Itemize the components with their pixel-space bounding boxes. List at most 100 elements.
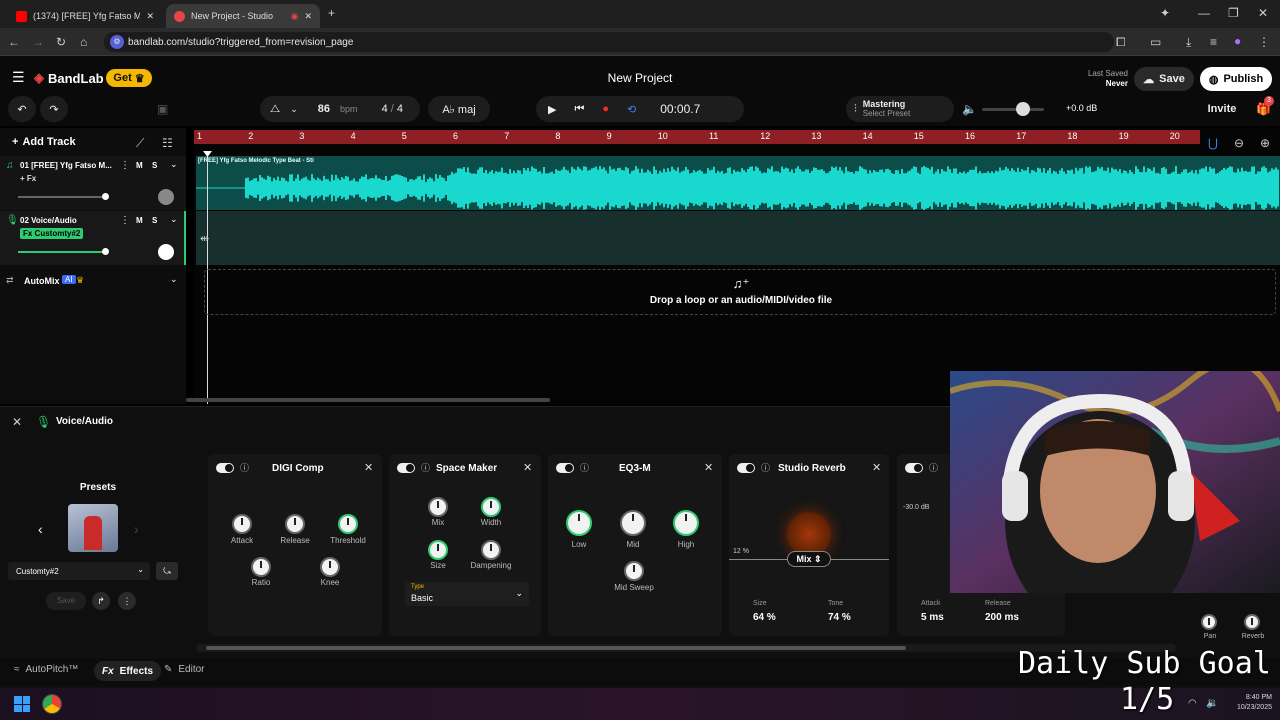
mix-knob[interactable] (428, 497, 448, 517)
close-panel-icon[interactable]: ✕ (12, 415, 22, 429)
kebab-icon[interactable]: ⋮ (120, 160, 130, 171)
save-button[interactable]: ☁ Save (1134, 67, 1194, 91)
info-icon[interactable]: ⓘ (580, 461, 589, 475)
skip-back-icon[interactable]: ⏮ (574, 103, 584, 116)
remove-effect-icon[interactable]: ✕ (523, 461, 532, 474)
timeline-ruler[interactable]: 1 2 3 4 5 6 7 8 9 10 11 12 13 14 15 16 17 18 19 20 (194, 130, 1200, 144)
solo-button[interactable]: S (152, 161, 157, 170)
close-icon[interactable]: ✕ (304, 11, 312, 22)
profile-icon[interactable]: ● (1234, 34, 1241, 48)
hamburger-menu-icon[interactable]: ☰ (12, 70, 25, 84)
add-track-button[interactable]: + Add Track (12, 136, 76, 148)
kebab-icon[interactable]: ⋮ (120, 215, 130, 226)
close-window-icon[interactable]: ✕ (1258, 6, 1268, 20)
sidebar-icon[interactable]: ▭ (1150, 35, 1161, 49)
new-tab-icon[interactable]: + (328, 6, 335, 20)
more-icon[interactable]: ⋮ (118, 592, 136, 610)
enable-toggle[interactable] (556, 463, 574, 473)
key-selector[interactable]: A♭ maj (428, 96, 490, 122)
remove-effect-icon[interactable]: ✕ (704, 461, 713, 474)
tab-effects[interactable]: Fx Effects (94, 661, 162, 681)
info-icon[interactable]: ⓘ (761, 461, 770, 475)
track-name[interactable]: 01 [FREE] Yfg Fatso M... (20, 161, 112, 170)
get-membership-button[interactable]: Get ♛ (106, 69, 152, 87)
loop-icon[interactable]: ⟲ (627, 103, 636, 116)
speaker-icon[interactable]: 🔈 (962, 102, 977, 116)
chevron-left-icon[interactable]: ‹ (38, 522, 43, 536)
enable-toggle[interactable] (216, 463, 234, 473)
forward-icon[interactable]: → (32, 35, 44, 49)
release-value[interactable]: 200 ms (985, 612, 1019, 623)
preset-thumbnail[interactable] (68, 504, 118, 552)
menu-kebab-icon[interactable]: ⋮ (1258, 35, 1270, 49)
track-lane-voice[interactable] (196, 211, 1280, 265)
volume-slider[interactable] (18, 251, 106, 253)
share-icon[interactable]: ↱ (92, 592, 110, 610)
release-knob[interactable] (285, 514, 305, 534)
drop-zone[interactable]: ♫⁺ Drop a loop or an audio/MIDI/video fi… (204, 269, 1276, 315)
back-icon[interactable]: ← (8, 35, 20, 49)
tab-autopitch[interactable]: ≈ AutoPitch™ (14, 664, 78, 675)
maximize-icon[interactable]: ❐ (1228, 6, 1239, 20)
preset-save-button[interactable]: Save (46, 592, 86, 610)
download-icon[interactable]: ⤓ (1186, 35, 1191, 49)
mastering-button[interactable]: ⫶ Mastering Select Preset (846, 96, 954, 122)
enable-toggle[interactable] (397, 463, 415, 473)
tool-wand-icon[interactable]: ⟋ (136, 136, 144, 150)
browser-tab-youtube[interactable]: (1374) [FREE] Yfg Fatso Melodic ✕ (8, 4, 162, 28)
minimize-icon[interactable]: — (1198, 6, 1210, 20)
automix-row[interactable]: ⇄ AutoMix AI ♛ ⌄ (0, 272, 186, 292)
dampening-knob[interactable] (481, 540, 501, 560)
enable-toggle[interactable] (737, 463, 755, 473)
track-row[interactable]: 🎙 02 Voice/Audio ⋮ M S ⌄ Fx Customty#2 (0, 211, 186, 265)
project-title[interactable]: New Project (540, 71, 740, 85)
mid-knob[interactable] (620, 510, 646, 536)
chevron-down-icon[interactable]: ⌄ (170, 274, 178, 285)
solo-button[interactable]: S (152, 216, 157, 225)
volume-thumb[interactable] (102, 193, 109, 200)
remove-effect-icon[interactable]: ✕ (364, 461, 373, 474)
pan-knob[interactable] (158, 189, 174, 205)
master-volume-thumb[interactable] (1016, 102, 1030, 116)
puzzle-icon[interactable]: ⧠ (1116, 35, 1126, 49)
pan-knob[interactable] (158, 244, 174, 260)
time-signature[interactable]: 4 / 4 (382, 103, 403, 115)
fx-scrollbar-thumb[interactable] (206, 646, 906, 650)
chevron-down-icon[interactable]: ⌄ (290, 104, 298, 115)
reverb-orb[interactable] (787, 512, 831, 556)
threshold-knob[interactable] (338, 514, 358, 534)
extensions-star-icon[interactable]: ✦ (1160, 6, 1170, 20)
tone-value[interactable]: 74 % (828, 612, 851, 623)
zoom-in-icon[interactable]: ⊕ (1260, 136, 1270, 150)
attack-value[interactable]: 5 ms (921, 612, 944, 623)
site-info-icon[interactable]: ⚙ (110, 35, 124, 49)
address-bar[interactable]: ⚙ bandlab.com/studio?triggered_from=revi… (104, 32, 1114, 52)
redo-button[interactable]: ↷ (40, 96, 68, 122)
info-icon[interactable]: ⓘ (421, 461, 430, 475)
track-name[interactable]: 02 Voice/Audio (20, 216, 77, 225)
master-volume-slider[interactable] (982, 108, 1044, 111)
info-icon[interactable]: ⓘ (240, 461, 249, 475)
media-icon[interactable]: ≡ (1210, 35, 1217, 49)
browser-tab-studio[interactable]: New Project - Studio ◉ ✕ (166, 4, 320, 28)
size-value[interactable]: 64 % (753, 612, 776, 623)
width-knob[interactable] (481, 497, 501, 517)
chrome-icon[interactable] (42, 694, 62, 714)
volume-icon[interactable]: 🔉 (1206, 697, 1218, 711)
layout-icon[interactable]: ▣ (157, 102, 168, 116)
timeline-scrollbar[interactable] (186, 398, 550, 402)
chevron-down-icon[interactable]: ⌄ (170, 159, 178, 170)
volume-thumb[interactable] (102, 248, 109, 255)
chevron-down-icon[interactable]: ⌄ (170, 214, 178, 225)
preset-select[interactable]: Customty#2 ⌄ (8, 562, 150, 580)
track-row[interactable]: ♫ 01 [FREE] Yfg Fatso M... ⋮ M S ⌄ + Fx (0, 156, 186, 210)
pan-send-knob[interactable] (1201, 614, 1217, 630)
audio-clip[interactable]: [FREE] Yfg Fatso Melodic Type Beat - Sti (196, 156, 1280, 210)
invite-button[interactable]: Invite (1200, 96, 1244, 122)
close-icon[interactable]: ✕ (146, 11, 154, 22)
high-knob[interactable] (673, 510, 699, 536)
fx-tag[interactable]: + Fx (20, 174, 36, 183)
mute-button[interactable]: M (136, 216, 143, 225)
tab-editor[interactable]: ✎ Editor (164, 664, 205, 675)
undo-button[interactable]: ↶ (8, 96, 36, 122)
